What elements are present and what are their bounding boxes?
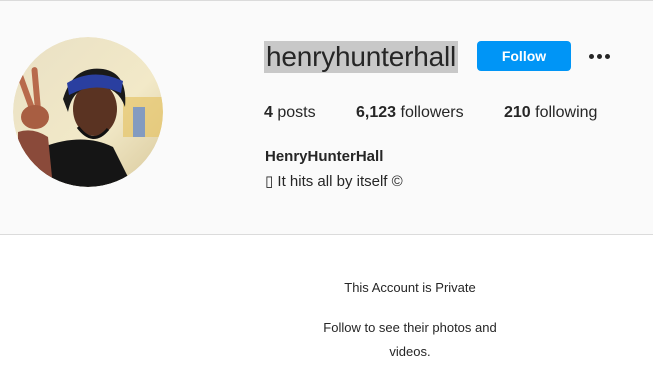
following-count-label: following xyxy=(535,104,598,121)
followers-count-label: followers xyxy=(400,104,464,121)
follow-button[interactable]: Follow xyxy=(477,41,571,71)
following-count-value: 210 xyxy=(504,104,531,121)
private-account-title: This Account is Private xyxy=(344,280,476,295)
profile-bio: ▯ It hits all by itself © xyxy=(265,173,403,190)
profile-full-name: HenryHunterHall xyxy=(265,148,384,165)
posts-count: 4 posts xyxy=(264,103,316,123)
followers-count[interactable]: 6,123 followers xyxy=(356,103,464,123)
posts-count-label: posts xyxy=(277,104,316,121)
profile-username: henryhunterhall xyxy=(264,41,459,73)
followers-count-value: 6,123 xyxy=(356,104,397,121)
more-dot xyxy=(604,53,610,59)
more-dot xyxy=(596,53,602,59)
following-count[interactable]: 210 following xyxy=(504,103,597,123)
private-account-message: Follow to see their photos and videos. xyxy=(323,320,497,359)
profile-header: henryhunterhall Follow 4 posts 6,123 fol… xyxy=(0,0,653,235)
more-options-icon[interactable] xyxy=(584,43,614,69)
profile-avatar[interactable] xyxy=(13,37,163,187)
more-dot xyxy=(588,53,594,59)
posts-count-value: 4 xyxy=(264,104,273,121)
profile-page: henryhunterhall Follow 4 posts 6,123 fol… xyxy=(0,0,653,369)
avatar-photo xyxy=(13,37,163,187)
